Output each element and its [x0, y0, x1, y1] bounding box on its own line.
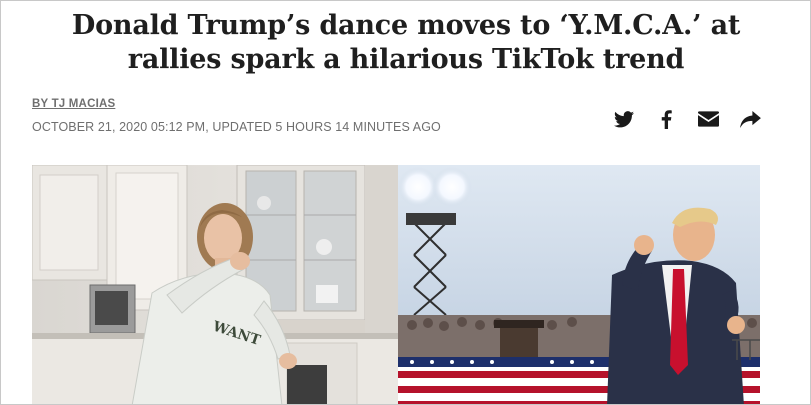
facebook-icon — [661, 109, 672, 129]
hero-video-thumbnail[interactable]: WANT — [32, 165, 760, 404]
share-more-button[interactable] — [737, 107, 763, 131]
share-arrow-icon — [739, 110, 761, 128]
article-dateline: OCTOBER 21, 2020 05:12 PM, UPDATED 5 HOU… — [32, 120, 441, 134]
author-byline-link[interactable]: BY TJ MACIAS — [32, 98, 115, 110]
article-page: Donald Trump’s dance moves to ‘Y.M.C.A.’… — [0, 0, 811, 405]
share-toolbar — [611, 107, 763, 131]
kitchen-panel: WANT — [32, 165, 398, 404]
share-email-button[interactable] — [695, 107, 721, 131]
twitter-icon — [614, 110, 634, 127]
share-facebook-button[interactable] — [653, 107, 679, 131]
share-twitter-button[interactable] — [611, 107, 637, 131]
hero-image: WANT — [32, 165, 760, 404]
email-icon — [697, 111, 719, 127]
rally-panel — [398, 165, 760, 404]
article-headline: Donald Trump’s dance moves to ‘Y.M.C.A.’… — [71, 10, 741, 75]
